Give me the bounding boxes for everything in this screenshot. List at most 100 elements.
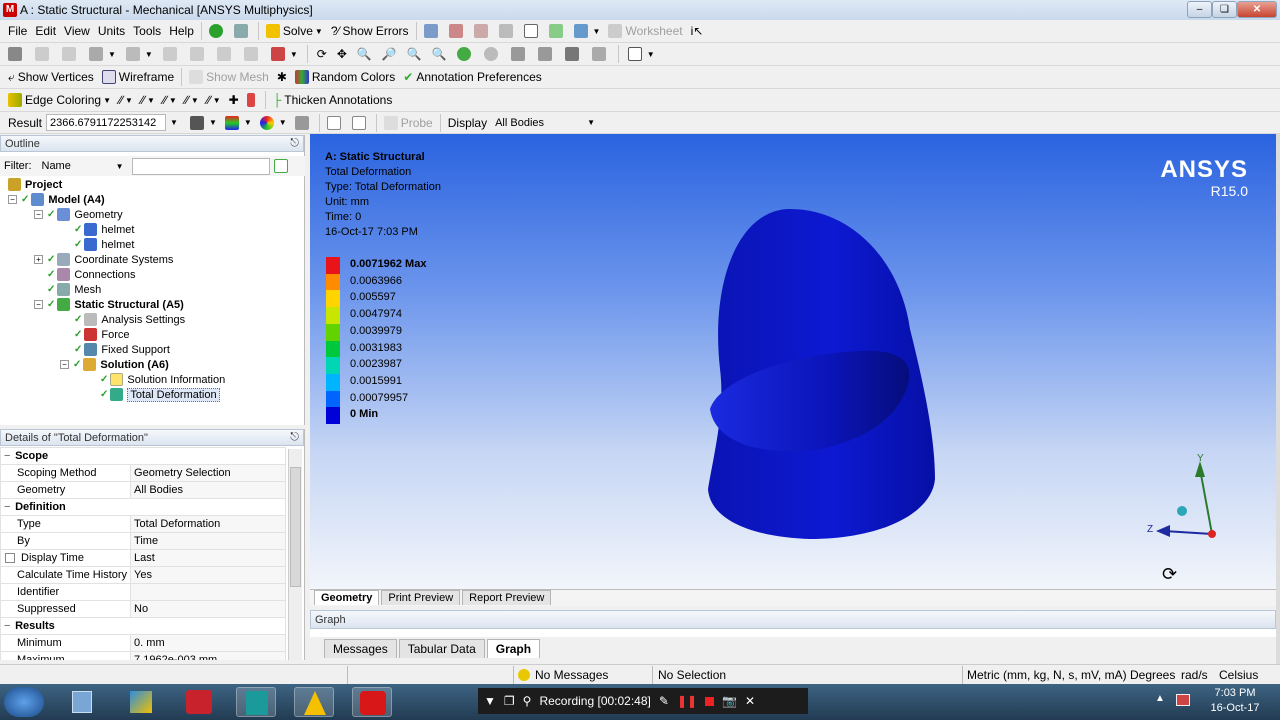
collapse-icon[interactable]: − (34, 210, 43, 219)
edge-thick-icon[interactable]: ✚ (225, 90, 243, 110)
insert-icon-1[interactable] (420, 21, 445, 41)
expand-icon[interactable]: + (34, 255, 43, 264)
max-label-icon[interactable] (323, 113, 348, 133)
tab-geometry[interactable]: Geometry (314, 590, 380, 605)
taskbar-workbench-icon[interactable] (236, 687, 276, 717)
tree-item-mesh[interactable]: ✓ Mesh (47, 282, 101, 297)
close-button[interactable]: ✕ (1237, 1, 1277, 18)
taskbar-mechanical-icon[interactable] (352, 687, 392, 717)
status-angle[interactable]: Degrees (1130, 667, 1175, 683)
tray-flag-icon[interactable] (1176, 694, 1190, 706)
minimize-button[interactable]: – (1187, 1, 1212, 18)
edge-coloring-button[interactable]: Edge Coloring ▼ (4, 90, 115, 110)
probe-button[interactable]: Probe (380, 113, 437, 133)
pin-icon[interactable]: ⎋ (290, 137, 299, 150)
details-row[interactable]: Geometry All Bodies (0, 481, 286, 499)
menu-help[interactable]: Help (165, 21, 198, 41)
tab-report-preview[interactable]: Report Preview (462, 590, 552, 605)
chevron-down-icon[interactable]: ▼ (170, 118, 178, 127)
text-annotation-icon[interactable] (520, 21, 545, 41)
restore-button[interactable]: ❏ (1212, 1, 1237, 18)
collapse-icon[interactable]: − (4, 620, 12, 632)
taskbar-ansys-icon[interactable] (294, 687, 334, 717)
wireframe-button[interactable]: Wireframe (98, 67, 178, 87)
face-select-icon[interactable]: ▼ (85, 44, 120, 64)
show-mesh-button[interactable]: Show Mesh (185, 67, 273, 87)
edges-display-icon[interactable]: ▼ (256, 113, 291, 133)
pointer-icon[interactable]: ▼ (122, 44, 157, 64)
edge-style-5-icon[interactable]: ∕∕ ▼ (203, 90, 225, 110)
image-icon[interactable] (545, 21, 570, 41)
menu-tools[interactable]: Tools (129, 21, 165, 41)
result-scale-select[interactable]: 2366.6791172253142 (46, 114, 167, 131)
pan-icon[interactable]: ✥ (333, 44, 351, 64)
filter-text-input[interactable] (131, 157, 270, 175)
details-row[interactable]: Maximum 7.1962e-003 mm (0, 651, 286, 660)
pin-icon[interactable]: ⎋ (290, 431, 299, 444)
taskbar-explorer-icon[interactable] (62, 687, 102, 717)
menu-file[interactable]: File (4, 21, 31, 41)
scroll-thumb[interactable] (290, 467, 301, 587)
filter-type-select[interactable]: Name ▼ (38, 158, 128, 175)
annotation-preferences-button[interactable]: ✔ Annotation Preferences (399, 67, 545, 87)
close-icon[interactable]: ✕ (745, 694, 755, 708)
edge-style-2-icon[interactable]: ∕∕ ▼ (137, 90, 159, 110)
details-row[interactable]: Identifier (0, 583, 286, 601)
viewport-layout-icon[interactable]: ▼ (624, 44, 659, 64)
status-units[interactable]: Metric (mm, kg, N, s, mV, mA) (967, 667, 1127, 683)
select-mode-icon[interactable] (4, 44, 29, 64)
collapse-icon[interactable]: − (4, 501, 12, 513)
tab-print-preview[interactable]: Print Preview (381, 590, 461, 605)
display-time-checkbox[interactable] (5, 553, 15, 564)
collapse-icon[interactable]: − (4, 450, 12, 462)
status-messages[interactable]: No Messages (518, 667, 608, 683)
insert-icon-3[interactable] (470, 21, 495, 41)
min-label-icon[interactable] (348, 113, 373, 133)
insert-icon-2[interactable] (445, 21, 470, 41)
details-row[interactable]: Suppressed No (0, 600, 286, 618)
explode-icon[interactable]: ✱ (273, 67, 291, 87)
graphics-viewport[interactable]: A: Static Structural Total Deformation T… (310, 134, 1276, 589)
move-icon[interactable] (230, 21, 255, 41)
collapse-icon[interactable]: − (34, 300, 43, 309)
rotate-icon[interactable]: ⟳ (313, 44, 331, 64)
tree-item-total-deformation[interactable]: ✓ Total Deformation (100, 387, 220, 402)
contour-icon[interactable]: ▼ (221, 113, 256, 133)
select-icon-d[interactable] (240, 44, 265, 64)
camera-icon[interactable]: 📷 (722, 694, 737, 708)
show-errors-button[interactable]: ?⁄ Show Errors (327, 21, 413, 41)
rotate-view-icon[interactable]: ⟳ (1162, 564, 1177, 585)
tree-item-project[interactable]: Project (8, 177, 62, 192)
tab-graph[interactable]: Graph (486, 639, 541, 658)
menu-edit[interactable]: Edit (31, 21, 60, 41)
edge-style-3-icon[interactable]: ∕∕ ▼ (159, 90, 181, 110)
random-colors-button[interactable]: Random Colors (291, 67, 399, 87)
details-row[interactable]: By Time (0, 532, 286, 550)
stop-icon[interactable] (705, 696, 715, 706)
pause-icon[interactable]: ❚❚ (677, 694, 697, 708)
zoom-fit-icon[interactable]: 🔍 (403, 44, 426, 64)
next-view-icon[interactable] (534, 44, 559, 64)
screenshot-icon[interactable]: ▼ (570, 21, 605, 41)
window-icon[interactable]: ❐ (504, 694, 515, 708)
display-select[interactable]: All Bodies ▼ (491, 114, 599, 131)
search-icon[interactable]: ⚲ (523, 694, 532, 708)
select-icon-c[interactable] (213, 44, 238, 64)
magnifier-icon[interactable] (480, 44, 505, 64)
tree-item-fixed-support[interactable]: ✓ Fixed Support (74, 342, 170, 357)
details-row[interactable]: Display Time Last (0, 549, 286, 567)
previous-view-icon[interactable] (507, 44, 532, 64)
insert-icon-4[interactable] (495, 21, 520, 41)
tab-tabular-data[interactable]: Tabular Data (398, 639, 485, 658)
edge-select-icon[interactable] (58, 44, 83, 64)
status-temperature[interactable]: Celsius (1219, 667, 1258, 683)
tag-icon[interactable] (588, 44, 613, 64)
collapse-icon[interactable]: − (60, 360, 69, 369)
iso-view-icon[interactable] (561, 44, 586, 64)
vertex-select-icon[interactable] (31, 44, 56, 64)
start-button[interactable] (4, 687, 44, 717)
edge-style-1-icon[interactable]: ∕∕ ▼ (115, 90, 137, 110)
tree-item-geometry[interactable]: − ✓ Geometry (34, 207, 123, 222)
tray-arrow-icon[interactable]: ▲ (1155, 693, 1165, 704)
tree-item-solution-information[interactable]: ✓ Solution Information (100, 372, 225, 387)
